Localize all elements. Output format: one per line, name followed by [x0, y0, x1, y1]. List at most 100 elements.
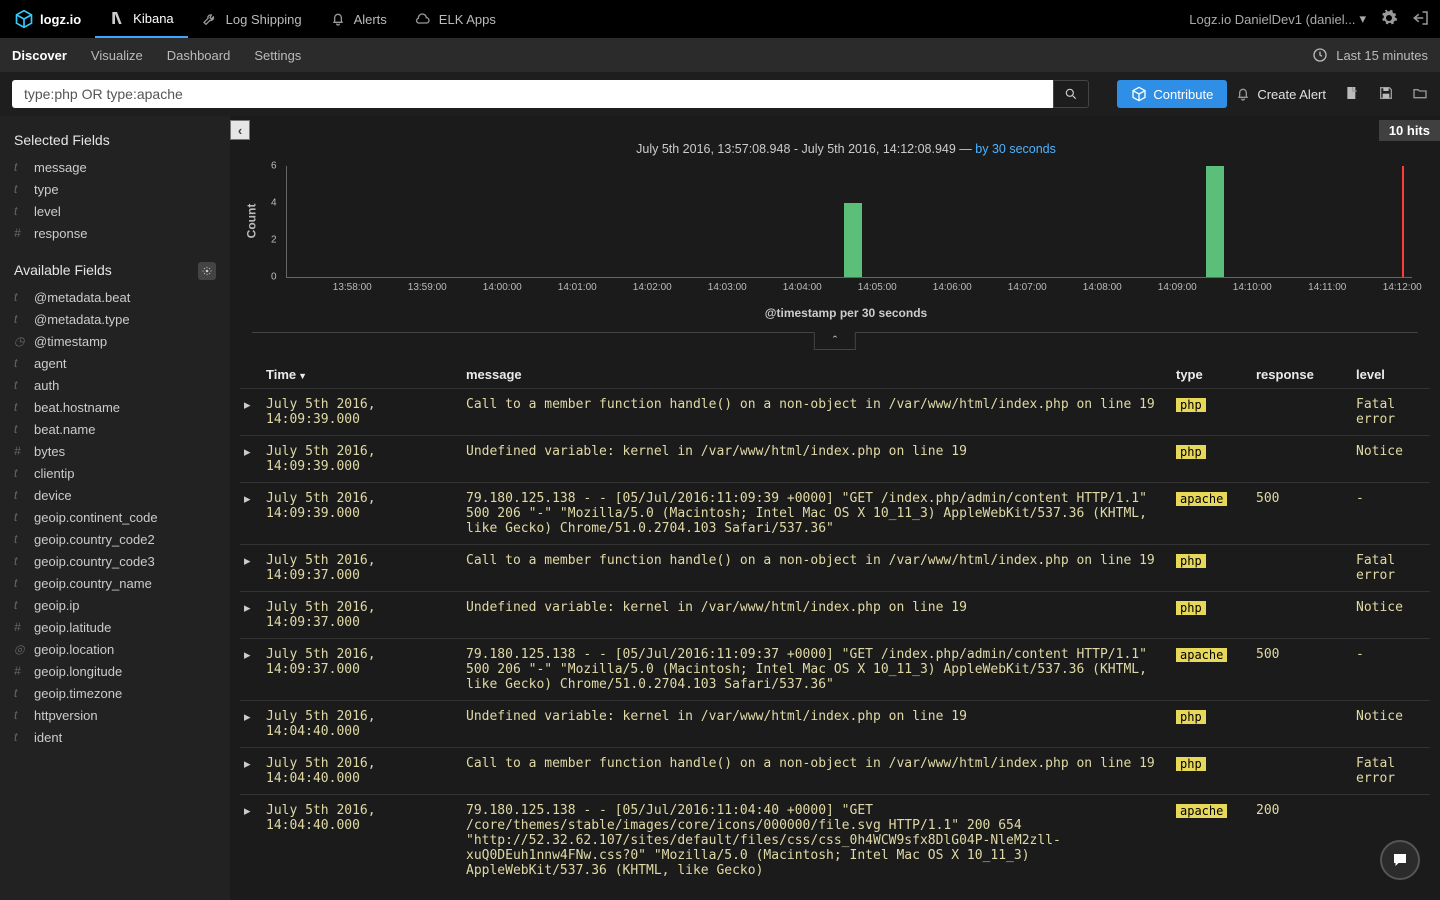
y-tick: 0 [271, 272, 277, 283]
cell-response [1256, 600, 1356, 630]
expand-row-icon[interactable]: ▸ [244, 444, 266, 474]
run-query-button[interactable] [1053, 80, 1089, 108]
field-selected-type[interactable]: ttype [14, 178, 216, 200]
col-response-header[interactable]: response [1256, 367, 1356, 382]
expand-row-icon[interactable]: ▸ [244, 553, 266, 583]
field-available-geoip.country_code2[interactable]: tgeoip.country_code2 [14, 528, 216, 550]
account-menu[interactable]: Logz.io DanielDev1 (daniel... ▾ [1189, 11, 1366, 27]
field-available-beat.hostname[interactable]: tbeat.hostname [14, 396, 216, 418]
expand-row-icon[interactable]: ▸ [244, 709, 266, 739]
field-available-bytes[interactable]: #bytes [14, 440, 216, 462]
field-type-icon: t [14, 686, 26, 700]
field-name: @metadata.type [34, 312, 130, 327]
x-tick: 13:59:00 [408, 282, 447, 293]
x-tick: 13:58:00 [333, 282, 372, 293]
table-row[interactable]: ▸July 5th 2016, 14:04:40.000Undefined va… [240, 700, 1430, 747]
field-available-geoip.country_code3[interactable]: tgeoip.country_code3 [14, 550, 216, 572]
top-tab-elk-apps[interactable]: ELK Apps [401, 0, 510, 38]
col-time-header[interactable]: Time▼ [266, 367, 466, 382]
expand-row-icon[interactable]: ▸ [244, 491, 266, 536]
table-row[interactable]: ▸July 5th 2016, 14:09:37.00079.180.125.1… [240, 638, 1430, 700]
knav-dashboard[interactable]: Dashboard [167, 48, 231, 63]
col-type-header[interactable]: type [1176, 367, 1256, 382]
field-available-beat.name[interactable]: tbeat.name [14, 418, 216, 440]
field-type-icon: t [14, 488, 26, 502]
time-range-picker[interactable]: Last 15 minutes [1336, 48, 1428, 63]
field-available-auth[interactable]: tauth [14, 374, 216, 396]
wrench-icon [202, 11, 218, 27]
fields-settings-button[interactable] [198, 262, 216, 280]
open-icon[interactable] [1412, 85, 1428, 104]
field-available-@timestamp[interactable]: ◷@timestamp [14, 330, 216, 352]
field-selected-level[interactable]: tlevel [14, 200, 216, 222]
table-row[interactable]: ▸July 5th 2016, 14:04:40.000Call to a me… [240, 747, 1430, 794]
new-icon[interactable] [1344, 85, 1360, 104]
cell-type: php [1176, 397, 1256, 427]
field-available-geoip.timezone[interactable]: tgeoip.timezone [14, 682, 216, 704]
field-selected-response[interactable]: #response [14, 222, 216, 244]
save-icon[interactable] [1378, 85, 1394, 104]
knav-visualize[interactable]: Visualize [91, 48, 143, 63]
chart-title: July 5th 2016, 13:57:08.948 - July 5th 2… [274, 142, 1418, 156]
field-available-geoip.longitude[interactable]: #geoip.longitude [14, 660, 216, 682]
top-tab-alerts-label: Alerts [354, 12, 387, 27]
table-row[interactable]: ▸July 5th 2016, 14:09:39.000Call to a me… [240, 388, 1430, 435]
expand-row-icon[interactable]: ▸ [244, 397, 266, 427]
chart-x-label: @timestamp per 30 seconds [274, 306, 1418, 320]
expand-row-icon[interactable]: ▸ [244, 756, 266, 786]
query-input[interactable] [12, 80, 1053, 108]
field-name: geoip.continent_code [34, 510, 158, 525]
table-row[interactable]: ▸July 5th 2016, 14:09:39.00079.180.125.1… [240, 482, 1430, 544]
search-icon [1064, 87, 1078, 101]
histogram-plot[interactable]: 024613:58:0013:59:0014:00:0014:01:0014:0… [286, 166, 1412, 278]
field-available-geoip.latitude[interactable]: #geoip.latitude [14, 616, 216, 638]
table-row[interactable]: ▸July 5th 2016, 14:09:37.000Call to a me… [240, 544, 1430, 591]
field-available-geoip.location[interactable]: ◎geoip.location [14, 638, 216, 660]
histogram-bar[interactable] [844, 203, 862, 277]
cell-message: 79.180.125.138 - - [05/Jul/2016:11:09:39… [466, 491, 1176, 536]
field-available-geoip.country_name[interactable]: tgeoip.country_name [14, 572, 216, 594]
chart-collapse-button[interactable]: ˆ [814, 332, 856, 350]
histogram-bar[interactable] [1206, 166, 1224, 277]
field-available-geoip.continent_code[interactable]: tgeoip.continent_code [14, 506, 216, 528]
field-available-@metadata.type[interactable]: t@metadata.type [14, 308, 216, 330]
cell-type: php [1176, 600, 1256, 630]
top-tab-alerts[interactable]: Alerts [316, 0, 401, 38]
cell-response [1256, 709, 1356, 739]
top-tab-log-shipping[interactable]: Log Shipping [188, 0, 316, 38]
field-selected-message[interactable]: tmessage [14, 156, 216, 178]
knav-discover[interactable]: Discover [12, 48, 67, 63]
settings-gear-icon[interactable] [1380, 9, 1398, 30]
table-row[interactable]: ▸July 5th 2016, 14:09:39.000Undefined va… [240, 435, 1430, 482]
field-available-agent[interactable]: tagent [14, 352, 216, 374]
table-row[interactable]: ▸July 5th 2016, 14:04:40.00079.180.125.1… [240, 794, 1430, 886]
help-button[interactable] [1380, 840, 1420, 880]
logout-icon[interactable] [1412, 9, 1430, 30]
field-available-ident[interactable]: tident [14, 726, 216, 748]
expand-row-icon[interactable]: ▸ [244, 647, 266, 692]
field-name: @metadata.beat [34, 290, 130, 305]
table-row[interactable]: ▸July 5th 2016, 14:09:37.000Undefined va… [240, 591, 1430, 638]
field-type-icon: t [14, 422, 26, 436]
knav-settings[interactable]: Settings [254, 48, 301, 63]
col-level-header[interactable]: level [1356, 367, 1426, 382]
field-available-clientip[interactable]: tclientip [14, 462, 216, 484]
field-type-icon: # [14, 664, 26, 678]
col-message-header[interactable]: message [466, 367, 1176, 382]
field-name: type [34, 182, 59, 197]
field-available-device[interactable]: tdevice [14, 484, 216, 506]
field-available-@metadata.beat[interactable]: t@metadata.beat [14, 286, 216, 308]
field-available-geoip.ip[interactable]: tgeoip.ip [14, 594, 216, 616]
field-available-httpversion[interactable]: thttpversion [14, 704, 216, 726]
field-type-icon: t [14, 708, 26, 722]
create-alert-button[interactable]: Create Alert [1235, 86, 1326, 102]
cloud-icon [415, 11, 431, 27]
field-name: message [34, 160, 87, 175]
brand-logo[interactable]: logz.io [0, 9, 95, 29]
field-name: auth [34, 378, 59, 393]
expand-row-icon[interactable]: ▸ [244, 600, 266, 630]
contribute-button[interactable]: Contribute [1117, 80, 1227, 108]
x-tick: 14:06:00 [933, 282, 972, 293]
expand-row-icon[interactable]: ▸ [244, 803, 266, 878]
top-tab-kibana[interactable]: Kibana [95, 0, 187, 38]
